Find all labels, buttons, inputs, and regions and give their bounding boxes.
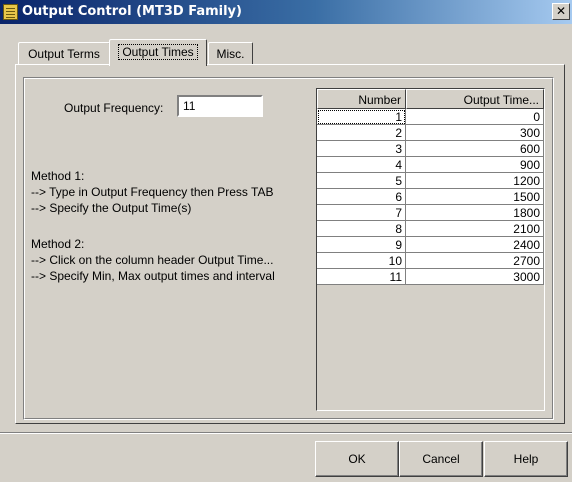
window-title: Output Control (MT3D Family) xyxy=(22,4,242,19)
output-time-cell[interactable]: 2400 xyxy=(406,237,544,253)
column-header-number[interactable]: Number xyxy=(317,89,406,109)
method2-title: Method 2: xyxy=(31,237,85,251)
tab-label: Misc. xyxy=(216,47,245,61)
row-number-cell[interactable]: 6 xyxy=(317,189,406,205)
table-row[interactable]: 5 1200 xyxy=(317,173,544,189)
table-row[interactable]: 6 1500 xyxy=(317,189,544,205)
output-time-cell[interactable]: 2700 xyxy=(406,253,544,269)
tab-output-terms[interactable]: Output Terms xyxy=(18,42,110,64)
output-time-cell[interactable]: 600 xyxy=(406,141,544,157)
method2-step1: --> Click on the column header Output Ti… xyxy=(31,253,274,267)
output-time-cell[interactable]: 1500 xyxy=(406,189,544,205)
ok-button[interactable]: OK xyxy=(315,441,399,477)
column-header-output-time[interactable]: Output Time... xyxy=(406,89,544,109)
method1-step2: --> Specify the Output Time(s) xyxy=(31,201,192,215)
output-time-cell[interactable]: 1800 xyxy=(406,205,544,221)
output-times-grid[interactable]: Number Output Time... 1 0 2 300 3 600 4 900 5 120… xyxy=(316,88,545,411)
output-time-cell[interactable]: 900 xyxy=(406,157,544,173)
row-number-cell[interactable]: 4 xyxy=(317,157,406,173)
output-frequency-input[interactable] xyxy=(177,95,263,117)
method1-step1: --> Type in Output Frequency then Press … xyxy=(31,185,274,199)
title-bar: Output Control (MT3D Family) ✕ xyxy=(0,0,572,24)
row-number-cell[interactable]: 3 xyxy=(317,141,406,157)
output-frequency-label: Output Frequency: xyxy=(64,101,164,115)
row-number-cell[interactable]: 10 xyxy=(317,253,406,269)
cancel-button[interactable]: Cancel xyxy=(399,441,483,477)
grid-rows: 1 0 2 300 3 600 4 900 5 1200 6 1500 7 1800 8 2100 9 2400 1… xyxy=(317,109,544,285)
table-row[interactable]: 2 300 xyxy=(317,125,544,141)
table-row[interactable]: 11 3000 xyxy=(317,269,544,285)
output-time-cell[interactable]: 300 xyxy=(406,125,544,141)
row-number-cell[interactable]: 11 xyxy=(317,269,406,285)
method1-title: Method 1: xyxy=(31,169,85,183)
table-row[interactable]: 3 600 xyxy=(317,141,544,157)
row-number-cell[interactable]: 1 xyxy=(317,109,406,125)
output-time-cell[interactable]: 1200 xyxy=(406,173,544,189)
tab-misc[interactable]: Misc. xyxy=(208,42,253,64)
table-row[interactable]: 10 xyxy=(317,109,544,125)
table-row[interactable]: 9 2400 xyxy=(317,237,544,253)
tab-label: Output Terms xyxy=(28,47,100,61)
close-button[interactable]: ✕ xyxy=(552,3,570,20)
table-row[interactable]: 10 2700 xyxy=(317,253,544,269)
method2-step2: --> Specify Min, Max output times and in… xyxy=(31,269,275,283)
row-number-cell[interactable]: 9 xyxy=(317,237,406,253)
grid-header: Number Output Time... xyxy=(317,89,544,109)
table-row[interactable]: 4 900 xyxy=(317,157,544,173)
close-icon: ✕ xyxy=(555,4,567,18)
output-time-cell[interactable]: 2100 xyxy=(406,221,544,237)
list-document-icon xyxy=(3,4,18,20)
help-button[interactable]: Help xyxy=(484,441,568,477)
tab-output-times[interactable]: Output Times xyxy=(109,39,207,66)
row-number-cell[interactable]: 8 xyxy=(317,221,406,237)
row-number-cell[interactable]: 5 xyxy=(317,173,406,189)
table-row[interactable]: 8 2100 xyxy=(317,221,544,237)
row-number-cell[interactable]: 2 xyxy=(317,125,406,141)
tab-label: Output Times xyxy=(118,44,198,60)
divider xyxy=(0,432,572,434)
table-row[interactable]: 7 1800 xyxy=(317,205,544,221)
output-time-cell[interactable]: 3000 xyxy=(406,269,544,285)
output-time-cell[interactable]: 0 xyxy=(406,109,544,125)
row-number-cell[interactable]: 7 xyxy=(317,205,406,221)
